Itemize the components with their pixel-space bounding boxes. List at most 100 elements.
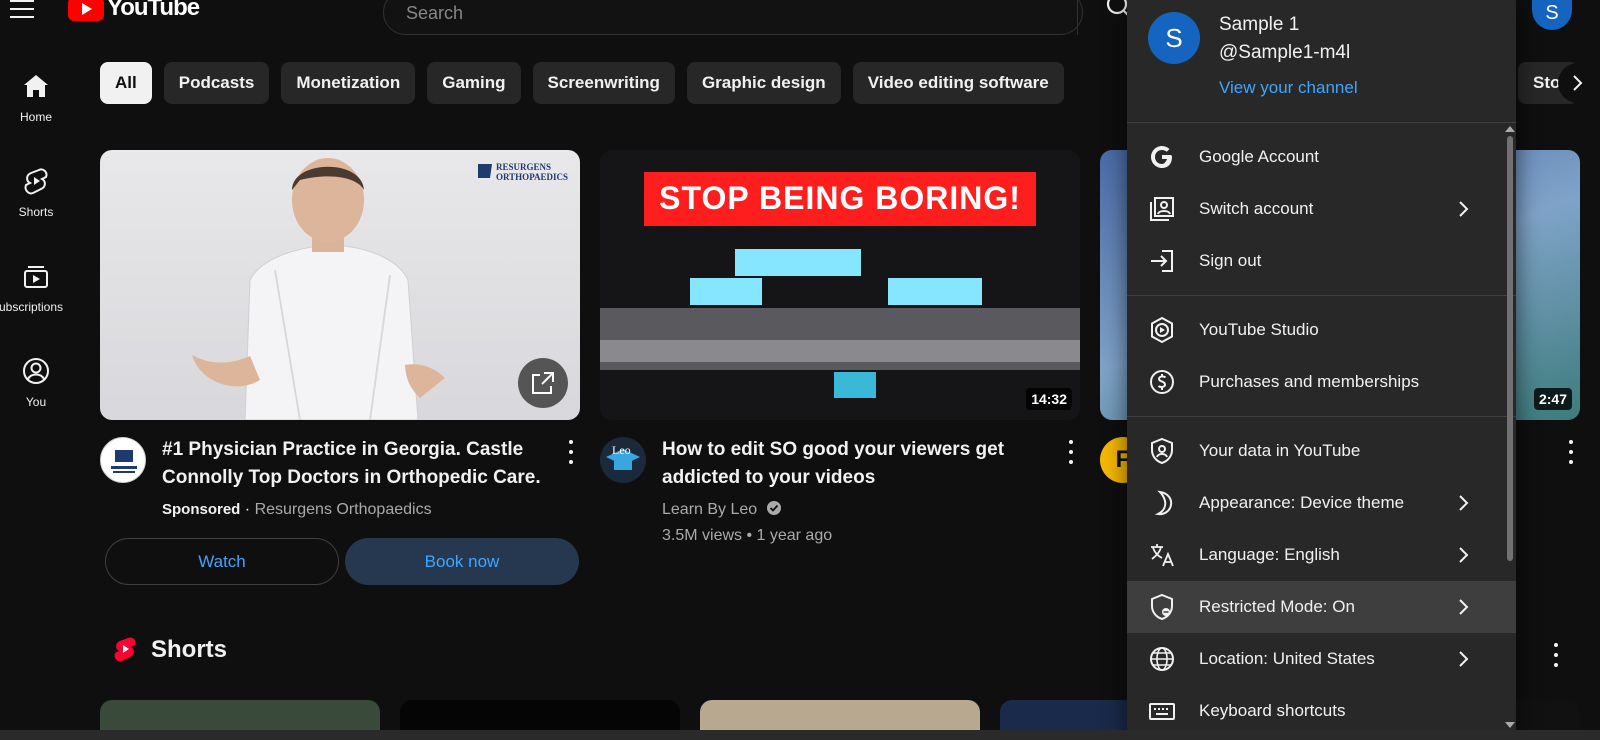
menu-item-language[interactable]: Language: English	[1127, 529, 1516, 581]
nav-label: Shorts	[18, 205, 54, 219]
menu-avatar: S	[1148, 12, 1200, 64]
sponsored-label: Sponsored	[162, 501, 241, 518]
sponsored-line: Sponsored · Resurgens Orthopaedics	[162, 498, 432, 522]
nav-label: You	[25, 395, 47, 409]
menu-item-sign-out[interactable]: Sign out	[1127, 235, 1516, 287]
channel-name[interactable]: Learn By Leo	[662, 501, 757, 518]
account-menu: S Sample 1 @Sample1-m4l View your channe…	[1127, 0, 1516, 740]
video-menu-icon[interactable]	[1068, 440, 1074, 464]
menu-scrollbar[interactable]	[1507, 136, 1513, 561]
resurgens-logo-icon	[111, 450, 137, 473]
channel-avatar[interactable]: Leo	[600, 437, 646, 483]
chip-video-editing-software[interactable]: Video editing software	[852, 62, 1064, 104]
book-now-button[interactable]: Book now	[345, 538, 579, 585]
account-name: Sample 1	[1219, 14, 1300, 35]
menu-scroll-down-arrow[interactable]	[1505, 722, 1515, 728]
hamburger-menu-icon[interactable]	[10, 0, 36, 20]
nav-item-home[interactable]: Home	[0, 60, 72, 155]
keyboard-icon	[1149, 703, 1175, 720]
menu-item-switch-account[interactable]: Switch account	[1127, 183, 1516, 235]
video-thumbnail[interactable]: RESURGENS ORTHOPAEDICS	[100, 150, 580, 420]
nav-item-you[interactable]: You	[0, 345, 72, 440]
data-shield-icon	[1151, 437, 1173, 465]
menu-item-your-data[interactable]: Your data in YouTube	[1127, 425, 1516, 477]
menu-item-label: Google Account	[1199, 147, 1320, 166]
nav-label: Subscriptions	[0, 300, 64, 314]
chevron-right-icon	[1573, 75, 1583, 91]
meta-separator: ·	[244, 501, 255, 518]
channel-avatar[interactable]	[100, 437, 146, 483]
nav-item-shorts[interactable]: Shorts	[0, 155, 72, 250]
shorts-section-header: Shorts	[113, 636, 227, 664]
menu-item-youtube-studio[interactable]: YouTube Studio	[1127, 304, 1516, 356]
video-thumbnail[interactable]: STOP BEING BORING! 14:32	[600, 150, 1080, 420]
you-icon	[23, 358, 49, 384]
chip-monetization[interactable]: Monetization	[281, 62, 416, 104]
video-title[interactable]: #1 Physician Practice in Georgia. Castle…	[162, 436, 552, 492]
shorts-title: Shorts	[151, 636, 228, 663]
account-menu-header: S Sample 1 @Sample1-m4l View your channe…	[1127, 0, 1516, 123]
google-icon	[1151, 146, 1172, 168]
menu-item-label: Location: United States	[1199, 649, 1375, 668]
duration-badge: 14:32	[1026, 388, 1072, 410]
restricted-icon	[1151, 593, 1173, 621]
video-title-line: #1 Physician Practice in Georgia. Castle	[162, 439, 524, 460]
switch-account-icon	[1150, 197, 1174, 221]
advertiser-name[interactable]: Resurgens Orthopaedics	[255, 501, 432, 518]
menu-item-label: Sign out	[1199, 251, 1262, 270]
shorts-menu-icon[interactable]	[1553, 643, 1559, 667]
channel-avatar-text: Leo	[612, 443, 631, 457]
chip-all[interactable]: All	[100, 62, 152, 104]
bottom-strip	[0, 730, 1600, 740]
shorts-logo-icon	[114, 637, 136, 662]
channel-line: Learn By Leo	[662, 498, 782, 522]
youtube-play-icon	[68, 0, 104, 21]
account-handle: @Sample1-m4l	[1219, 42, 1351, 63]
video-menu-icon[interactable]	[568, 440, 574, 464]
duration-badge: 2:47	[1533, 388, 1572, 410]
thumb-logo-bottom: ORTHOPAEDICS	[496, 172, 569, 182]
chip-gaming[interactable]: Gaming	[427, 62, 521, 104]
menu-item-location[interactable]: Location: United States	[1127, 633, 1516, 685]
menu-scroll-up-arrow[interactable]	[1505, 126, 1515, 132]
chevron-right-icon	[1459, 547, 1469, 563]
video-stats: 3.5M views • 1 year ago	[662, 527, 833, 544]
left-nav: Home Shorts Subscriptions You	[0, 60, 72, 440]
menu-item-label: Switch account	[1199, 199, 1314, 218]
menu-item-label: Keyboard shortcuts	[1199, 701, 1346, 720]
video-title-line: Connolly Top Doctors in Orthopedic Care.	[162, 467, 541, 488]
moon-icon	[1154, 490, 1173, 516]
menu-item-label: Appearance: Device theme	[1199, 493, 1405, 512]
video-menu-icon[interactable]	[1568, 440, 1574, 464]
chips-next-button[interactable]	[1558, 63, 1598, 103]
menu-item-purchases[interactable]: Purchases and memberships	[1127, 356, 1516, 408]
verified-icon	[766, 501, 781, 515]
menu-item-appearance[interactable]: Appearance: Device theme	[1127, 477, 1516, 529]
chip-graphic-design[interactable]: Graphic design	[686, 62, 841, 104]
menu-item-google-account[interactable]: Google Account	[1127, 131, 1516, 183]
watch-button[interactable]: Watch	[105, 538, 339, 585]
menu-item-label: YouTube Studio	[1199, 320, 1319, 339]
account-avatar-button[interactable]: S	[1532, 0, 1572, 30]
filter-chips: All Podcasts Monetization Gaming Screenw…	[100, 62, 1064, 104]
search-box[interactable]	[383, 0, 1083, 35]
home-icon	[24, 75, 48, 97]
shorts-icon	[24, 168, 48, 195]
view-channel-link[interactable]: View your channel	[1219, 78, 1358, 98]
nav-item-subscriptions[interactable]: Subscriptions	[0, 250, 72, 345]
search-divider	[1077, 0, 1078, 35]
external-link-button[interactable]	[518, 358, 568, 408]
chip-screenwriting[interactable]: Screenwriting	[532, 62, 675, 104]
video-title-line: addicted to your videos	[662, 467, 876, 488]
sign-out-icon	[1151, 250, 1173, 272]
search-input[interactable]	[384, 0, 984, 24]
menu-section-account: Google Account Switch account Sign out	[1127, 123, 1516, 296]
youtube-logo[interactable]: YouTube	[68, 0, 200, 22]
menu-item-restricted-mode[interactable]: Restricted Mode: On	[1127, 581, 1516, 633]
chip-podcasts[interactable]: Podcasts	[163, 62, 270, 104]
subscriptions-icon	[24, 266, 48, 288]
video-title[interactable]: How to edit SO good your viewers get add…	[662, 436, 1052, 492]
studio-icon	[1151, 316, 1173, 344]
chevron-right-icon	[1459, 201, 1469, 217]
chevron-right-icon	[1459, 495, 1469, 511]
